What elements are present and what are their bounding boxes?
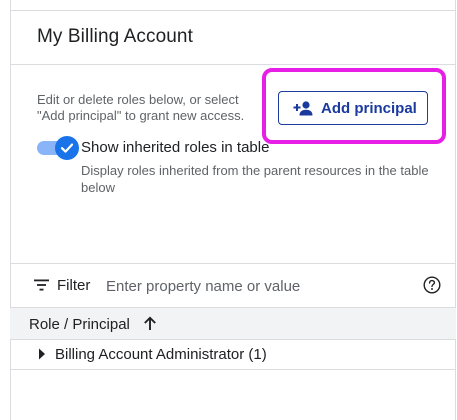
show-inherited-toggle[interactable] [37,136,79,160]
panel-top-border [10,10,456,11]
filter-label: Filter [57,277,91,294]
help-circle-icon[interactable] [423,276,441,294]
filter-list-icon[interactable] [34,279,50,291]
triangle-right-icon[interactable] [38,348,46,360]
arrow-up-icon[interactable] [143,316,157,331]
add-principal-label: Add principal [321,99,417,117]
check-icon [60,143,74,153]
access-description: Edit or delete roles below, or select "A… [37,92,245,123]
role-principal-column-header[interactable]: Role / Principal [29,316,130,333]
title-divider [10,64,456,65]
role-name: Billing Account Administrator (1) [55,346,267,363]
toggle-knob [55,136,79,160]
add-principal-button[interactable]: Add principal [278,91,428,125]
iam-panel: My Billing Account Edit or delete roles … [0,0,457,420]
show-inherited-help: Display roles inherited from the parent … [81,163,429,195]
page-title: My Billing Account [37,26,193,47]
table-header: Role / Principal [10,307,456,340]
table-row[interactable]: Billing Account Administrator (1) [10,340,456,370]
filter-input[interactable] [106,275,406,297]
show-inherited-label[interactable]: Show inherited roles in table [81,139,269,156]
person-add-icon [293,101,313,116]
filter-divider [10,263,456,264]
